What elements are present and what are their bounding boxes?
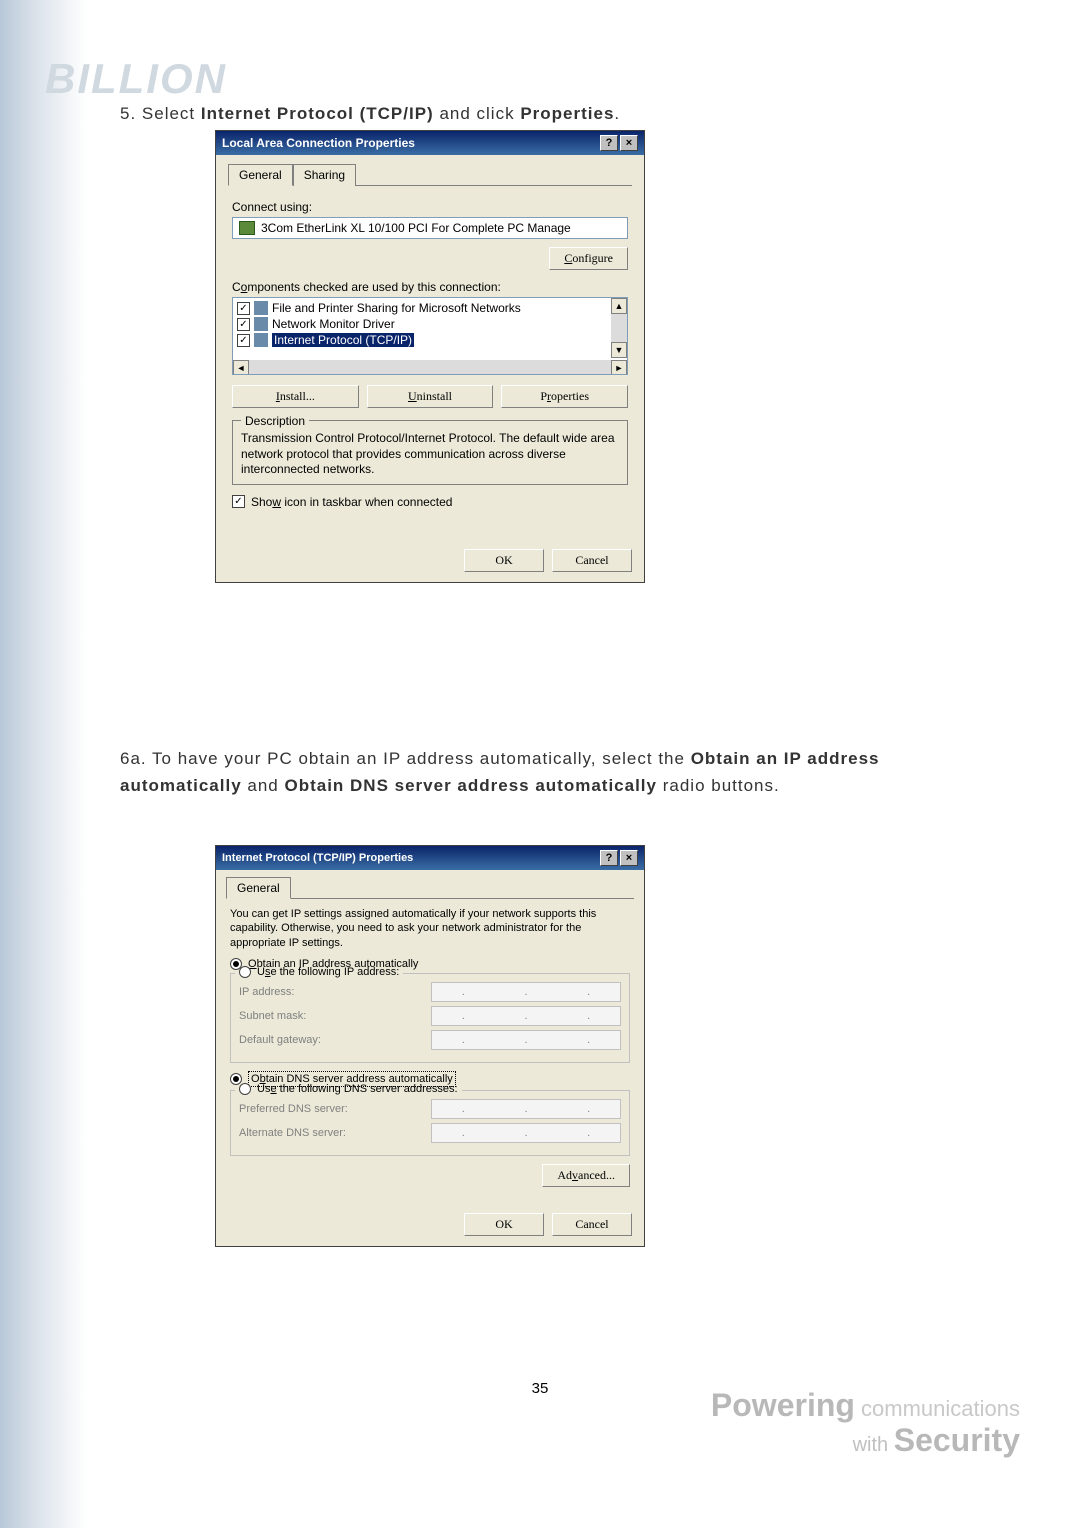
list-item[interactable]: ✓ Internet Protocol (TCP/IP)	[235, 332, 625, 348]
info-text: You can get IP settings assigned automat…	[230, 907, 630, 950]
title-bar: Local Area Connection Properties ? ×	[216, 131, 644, 155]
scrollbar-vertical[interactable]: ▲ ▼	[611, 298, 627, 358]
use-ip-radio[interactable]: Use the following IP address:	[235, 966, 403, 978]
alternate-dns-label: Alternate DNS server:	[239, 1127, 346, 1139]
scroll-up-icon[interactable]: ▲	[611, 298, 627, 314]
item-label: Network Monitor Driver	[272, 317, 395, 331]
advanced-button[interactable]: Advanced...	[542, 1164, 630, 1187]
driver-icon	[254, 317, 268, 331]
share-icon	[254, 301, 268, 315]
subnet-label: Subnet mask:	[239, 1010, 306, 1022]
show-icon-label: Show icon in taskbar when connected	[251, 495, 452, 509]
description-group: Description Transmission Control Protoco…	[232, 420, 628, 485]
use-dns-group: Use the following DNS server addresses: …	[230, 1090, 630, 1156]
tab-bar: General	[226, 876, 634, 899]
ip-address-field: ...	[431, 982, 621, 1002]
preferred-dns-label: Preferred DNS server:	[239, 1103, 348, 1115]
page-number: 35	[532, 1380, 549, 1397]
radio-icon[interactable]	[239, 966, 251, 978]
nic-icon	[239, 221, 255, 235]
with-text: with	[853, 1434, 894, 1456]
lan-properties-dialog: Local Area Connection Properties ? × Gen…	[215, 130, 645, 583]
help-icon[interactable]: ?	[600, 850, 618, 866]
dialog-title: Local Area Connection Properties	[222, 136, 415, 150]
item-label-selected: Internet Protocol (TCP/IP)	[272, 333, 414, 347]
description-text: Transmission Control Protocol/Internet P…	[241, 431, 619, 478]
properties-button[interactable]: Properties	[501, 385, 628, 408]
use-ip-group: Use the following IP address: IP address…	[230, 973, 630, 1063]
radio-icon[interactable]	[239, 1083, 251, 1095]
configure-button[interactable]: Configure	[549, 247, 628, 270]
step-6a-instruction: 6a. To have your PC obtain an IP address…	[120, 745, 995, 799]
radio-icon[interactable]	[230, 1073, 242, 1085]
show-icon-row[interactable]: ✓ Show icon in taskbar when connected	[232, 495, 628, 509]
uninstall-button[interactable]: Uninstall	[367, 385, 494, 408]
radio-label: Use the following DNS server addresses:	[257, 1083, 458, 1095]
preferred-dns-field: ...	[431, 1099, 621, 1119]
ip-address-label: IP address:	[239, 986, 294, 998]
subnet-field: ...	[431, 1006, 621, 1026]
gateway-field: ...	[431, 1030, 621, 1050]
help-icon[interactable]: ?	[600, 135, 618, 151]
close-icon[interactable]: ×	[620, 850, 638, 866]
powering-text: Powering	[711, 1387, 855, 1423]
checkbox-icon[interactable]: ✓	[237, 318, 250, 331]
logo-text: BILLION	[45, 55, 227, 102]
components-listbox[interactable]: ✓ File and Printer Sharing for Microsoft…	[232, 297, 628, 375]
checkbox-icon[interactable]: ✓	[232, 495, 245, 508]
alternate-dns-field: ...	[431, 1123, 621, 1143]
ok-button[interactable]: OK	[464, 549, 544, 572]
connect-using-label: Connect using:	[232, 200, 628, 214]
tab-general[interactable]: General	[226, 877, 291, 899]
adapter-name: 3Com EtherLink XL 10/100 PCI For Complet…	[261, 221, 571, 235]
checkbox-icon[interactable]: ✓	[237, 302, 250, 315]
gateway-label: Default gateway:	[239, 1034, 321, 1046]
tab-bar: General Sharing	[228, 163, 632, 186]
list-item[interactable]: ✓ Network Monitor Driver	[235, 316, 625, 332]
item-label: File and Printer Sharing for Microsoft N…	[272, 301, 521, 315]
tab-general[interactable]: General	[228, 164, 293, 186]
scroll-right-icon[interactable]: ►	[611, 360, 627, 375]
list-item[interactable]: ✓ File and Printer Sharing for Microsoft…	[235, 300, 625, 316]
security-text: Security	[894, 1422, 1020, 1458]
adapter-field: 3Com EtherLink XL 10/100 PCI For Complet…	[232, 217, 628, 239]
checkbox-icon[interactable]: ✓	[237, 334, 250, 347]
description-legend: Description	[241, 414, 309, 428]
tab-sharing[interactable]: Sharing	[293, 164, 356, 186]
footer-tagline: Powering communications with Security	[711, 1388, 1020, 1458]
scroll-left-icon[interactable]: ◄	[233, 360, 249, 375]
cancel-button[interactable]: Cancel	[552, 549, 632, 572]
close-icon[interactable]: ×	[620, 135, 638, 151]
use-dns-radio[interactable]: Use the following DNS server addresses:	[235, 1083, 462, 1095]
tcpip-properties-dialog: Internet Protocol (TCP/IP) Properties ? …	[215, 845, 645, 1247]
protocol-icon	[254, 333, 268, 347]
radio-label: Use the following IP address:	[257, 966, 399, 978]
brand-logo: BILLION	[45, 55, 295, 105]
title-bar: Internet Protocol (TCP/IP) Properties ? …	[216, 846, 644, 870]
components-label: Components checked are used by this conn…	[232, 280, 628, 294]
scroll-down-icon[interactable]: ▼	[611, 342, 627, 358]
step-5-instruction: 5. Select Internet Protocol (TCP/IP) and…	[120, 100, 620, 127]
scrollbar-horizontal[interactable]: ◄ ►	[233, 360, 627, 375]
install-button[interactable]: Install...	[232, 385, 359, 408]
ok-button[interactable]: OK	[464, 1213, 544, 1236]
communications-text: communications	[855, 1396, 1020, 1421]
dialog-title: Internet Protocol (TCP/IP) Properties	[222, 852, 413, 864]
cancel-button[interactable]: Cancel	[552, 1213, 632, 1236]
